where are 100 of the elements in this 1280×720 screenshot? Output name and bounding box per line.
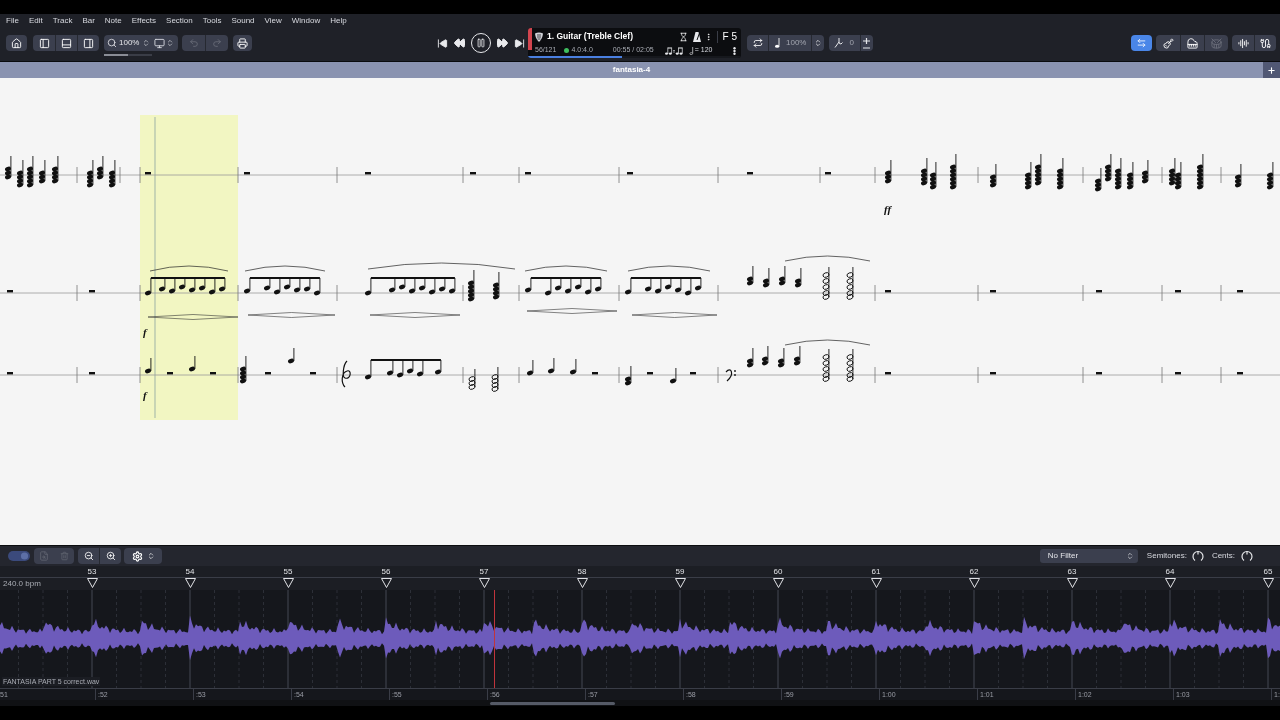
cents-knob[interactable]	[1241, 550, 1253, 562]
bar-number: 55	[283, 566, 293, 577]
plus-icon	[1267, 65, 1276, 75]
toggle-switch[interactable]	[8, 551, 30, 561]
dynamic-marking: f	[143, 326, 147, 338]
rewind-icon	[453, 37, 466, 49]
bar-marker-icon[interactable]	[870, 578, 882, 588]
search-icon	[107, 38, 117, 48]
bar-marker-icon[interactable]	[968, 578, 980, 588]
bar-number: 63	[1067, 566, 1077, 577]
pitch-label: F 5	[722, 30, 737, 43]
skip-back-icon	[437, 37, 448, 49]
cable-icon	[1260, 37, 1271, 49]
pause-icon	[476, 38, 486, 48]
bar-marker-icon[interactable]	[772, 578, 784, 588]
status-dot-icon	[564, 48, 570, 53]
tempo-label: 240.0 bpm	[3, 579, 41, 589]
bar-marker-icon[interactable]	[576, 578, 588, 588]
up-down-icon	[1125, 551, 1134, 561]
bar-number: 54	[185, 566, 195, 577]
bar-number: 59	[675, 566, 685, 577]
bar-marker-icon[interactable]	[1066, 578, 1078, 588]
menu-item[interactable]: Tools	[202, 16, 222, 26]
up-down-icon	[142, 38, 151, 48]
vertical-dots-icon	[733, 46, 736, 55]
bar-marker-icon[interactable]	[1262, 578, 1274, 588]
bar-number: 56	[381, 566, 391, 577]
zoom-in-icon	[105, 551, 116, 561]
bar-number: 58	[577, 566, 587, 577]
up-down-icon	[814, 38, 823, 48]
print-button[interactable]	[233, 35, 252, 51]
semitones-knob[interactable]	[1191, 550, 1204, 562]
home-button[interactable]	[6, 35, 27, 51]
metronome-icon	[692, 31, 701, 42]
bar-marker-icon[interactable]	[282, 578, 294, 588]
menu-item[interactable]: Effects	[131, 16, 157, 26]
file-search-icon	[39, 551, 49, 561]
dynamic-marking: ff	[884, 203, 892, 215]
bottom-panel-icon	[61, 37, 72, 49]
menu-item[interactable]: Edit	[28, 16, 43, 26]
menu-item[interactable]: Bar	[82, 16, 95, 26]
up-down-icon	[146, 551, 155, 561]
plus-minus-icon	[863, 37, 871, 49]
sync-view-button[interactable]	[1131, 35, 1152, 51]
left-right-arrows-icon	[1136, 38, 1147, 48]
skip-to-end-button[interactable]	[514, 37, 525, 49]
bar-number: 61	[871, 566, 881, 577]
half-note-icon	[688, 46, 694, 55]
settings-icon	[131, 550, 143, 562]
up-down-icon	[166, 38, 175, 48]
monitor-icon	[154, 37, 166, 49]
undo-icon	[188, 38, 199, 48]
bar-number: 64	[1165, 566, 1175, 577]
piano-icon	[1187, 37, 1198, 49]
menu-item[interactable]: View	[264, 16, 282, 26]
bar-number: 57	[479, 566, 489, 577]
audio-lines-icon	[1237, 37, 1249, 49]
bar-marker-icon[interactable]	[380, 578, 392, 588]
settings-button[interactable]	[124, 548, 162, 564]
menu-item[interactable]: Sound	[231, 16, 255, 26]
menu-item[interactable]: Help	[330, 16, 347, 26]
pitch-shift-stepper[interactable]	[860, 35, 873, 51]
fast-forward-button[interactable]	[496, 37, 509, 49]
horizontal-scrollbar-thumb[interactable]	[490, 701, 615, 705]
guitar-icon	[1162, 37, 1174, 49]
bar-marker-icon[interactable]	[184, 578, 196, 588]
zoom-out-icon	[83, 551, 94, 561]
document-tab-title: fantasia-4	[612, 64, 651, 76]
filter-select[interactable]: No Filter	[1039, 549, 1138, 563]
quarter-note-icon	[775, 38, 780, 48]
right-panel-icon	[83, 37, 94, 49]
bar-number: 65	[1263, 566, 1273, 577]
left-panel-icon	[38, 37, 50, 49]
drum-icon	[1211, 37, 1222, 49]
hourglass-icon	[678, 31, 688, 42]
bar-number: 60	[773, 566, 783, 577]
bar-marker-icon[interactable]	[1164, 578, 1176, 588]
bar-number: 62	[969, 566, 979, 577]
menu-item[interactable]: Note	[104, 16, 122, 26]
loop-icon	[752, 38, 763, 48]
redo-icon	[212, 38, 222, 48]
menu-item[interactable]: File	[6, 16, 19, 26]
fast-forward-icon	[496, 37, 509, 49]
menu-item[interactable]: Window	[291, 16, 321, 26]
tuning-fork-icon	[834, 38, 844, 48]
bar-marker-icon[interactable]	[674, 578, 686, 588]
bar-marker-icon[interactable]	[86, 578, 98, 588]
bar-number: 53	[87, 566, 97, 577]
track-name: 1. Guitar (Treble Clef)	[547, 30, 633, 43]
rewind-button[interactable]	[453, 37, 466, 49]
dynamic-marking: f	[143, 389, 147, 401]
cents-label: Cents:	[1211, 550, 1235, 562]
skip-to-start-button[interactable]	[437, 37, 448, 49]
bar-marker-icon[interactable]	[478, 578, 490, 588]
skip-forward-icon	[514, 37, 525, 49]
shield-icon	[535, 31, 543, 42]
menu-item[interactable]: Section	[166, 16, 193, 26]
add-tab-button[interactable]	[1263, 62, 1280, 78]
swing-notes-icon	[664, 46, 683, 55]
menu-item[interactable]: Track	[52, 16, 73, 26]
